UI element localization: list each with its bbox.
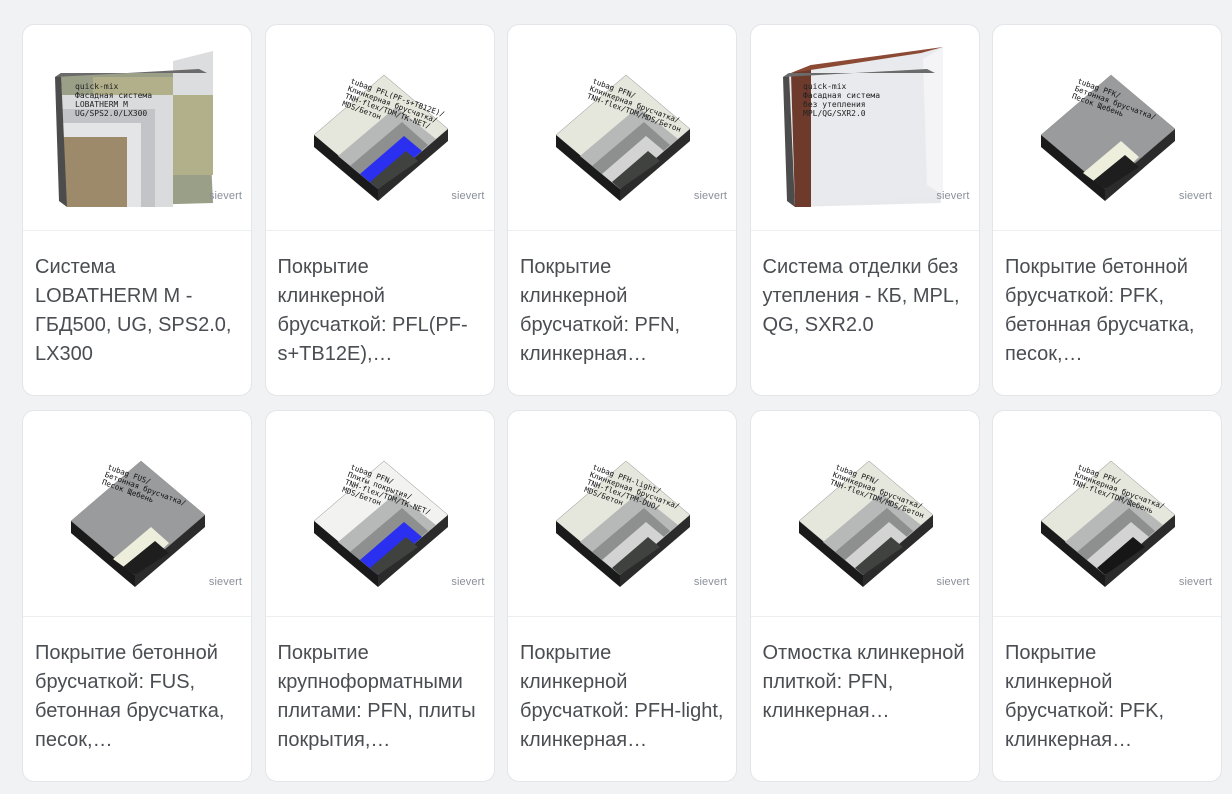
annotation-line: LOBATHERM M <box>75 100 128 109</box>
annotation-line: UG/SPS2.0/LX300 <box>75 109 147 118</box>
product-card[interactable]: tubag PFN/Плиты покрытия/TNH-flex/TDM/TK… <box>264 410 495 782</box>
product-title[interactable]: Покрытие крупноформатными плитами: PFN, … <box>266 617 494 755</box>
product-title[interactable]: Система LOBATHERM M - ГБД500, UG, SPS2.0… <box>23 231 251 369</box>
product-title[interactable]: Покрытие клинкерной брусчаткой: PFN, кли… <box>508 231 736 369</box>
brand-label: sievert <box>693 190 727 202</box>
product-grid: quick-mix Фасадная система LOBATHERM M UG/S… <box>22 24 1222 782</box>
brand-label: sievert <box>451 576 485 588</box>
product-thumbnail[interactable]: tubag PFN/Плиты покрытия/TNH-flex/TDM/TK… <box>265 411 494 617</box>
product-card[interactable]: tubag PFK/Бетонная брусчатка/Песок Щебен… <box>992 24 1222 396</box>
annotation-line: Фасадная система <box>75 91 152 100</box>
annotation-line: quick-mix <box>803 82 847 91</box>
product-thumbnail[interactable]: tubag PFL(PF-s+TB12E)/Клинкерная брусчат… <box>265 25 494 231</box>
product-thumbnail[interactable]: tubag PFN/Клинкерная брусчатка/TNH-flex/… <box>508 25 736 231</box>
brand-label: sievert <box>693 576 727 588</box>
product-card[interactable]: quick-mix Фасадная система LOBATHERM M UG/S… <box>22 24 252 396</box>
product-thumbnail[interactable]: tubag PFK/Бетонная брусчатка/Песок Щебен… <box>993 25 1221 231</box>
product-title[interactable]: Покрытие клинкерной брусчаткой: PFH-ligh… <box>508 617 736 755</box>
product-card[interactable]: quick-mix Фасадная система без утепления MP… <box>749 24 980 396</box>
product-thumbnail[interactable]: quick-mix Фасадная система без утепления MP… <box>750 25 979 231</box>
annotation-line: без утепления <box>803 99 866 109</box>
product-title[interactable]: Покрытие бетонной брусчаткой: PFK, бетон… <box>993 231 1221 369</box>
brand-label: sievert <box>1178 190 1212 202</box>
brand-label: sievert <box>208 190 242 202</box>
product-card[interactable]: tubag PFH-light/Клинкерная брусчатка/TNH… <box>507 410 737 782</box>
product-title[interactable]: Система отделки без утепления - КБ, MPL,… <box>751 231 979 340</box>
brand-label: sievert <box>936 190 970 202</box>
product-thumbnail[interactable]: quick-mix Фасадная система LOBATHERM M UG/S… <box>23 25 251 231</box>
product-card[interactable]: tubag PFL(PF-s+TB12E)/Клинкерная брусчат… <box>264 24 495 396</box>
product-card[interactable]: tubag PFK/Клинкерная брусчатка/TNH-flex/… <box>992 410 1222 782</box>
product-card[interactable]: tubag PFN/Клинкерная брусчатка/TNH-flex/… <box>507 24 737 396</box>
product-thumbnail[interactable]: tubag FUS/Бетонная брусчатка/Песок Щебен… <box>23 411 251 617</box>
product-card[interactable]: tubag PFN/Клинкерная брусчатка/TNH-flex/… <box>749 410 980 782</box>
product-thumbnail[interactable]: tubag PFH-light/Клинкерная брусчатка/TNH… <box>508 411 736 617</box>
brand-label: sievert <box>208 576 242 588</box>
annotation-line: MPL/QG/SXR2.0 <box>803 109 866 118</box>
product-card[interactable]: tubag FUS/Бетонная брусчатка/Песок Щебен… <box>22 410 252 782</box>
brand-label: sievert <box>1178 576 1212 588</box>
product-title[interactable]: Покрытие бетонной брусчаткой: FUS, бетон… <box>23 617 251 755</box>
product-thumbnail[interactable]: tubag PFK/Клинкерная брусчатка/TNH-flex/… <box>993 411 1221 617</box>
brand-label: sievert <box>936 576 970 588</box>
annotation-line: quick-mix <box>75 82 119 91</box>
product-title[interactable]: Покрытие клинкерной брусчаткой: PFK, кли… <box>993 617 1221 755</box>
product-thumbnail[interactable]: tubag PFN/Клинкерная брусчатка/TNH-flex/… <box>750 411 979 617</box>
product-title[interactable]: Покрытие клинкерной брусчаткой: PFL(PF-s… <box>266 231 494 369</box>
brand-label: sievert <box>451 190 485 202</box>
product-title[interactable]: Отмостка клинкерной плиткой: PFN, клинке… <box>751 617 979 726</box>
annotation-line: Фасадная система <box>803 91 880 100</box>
